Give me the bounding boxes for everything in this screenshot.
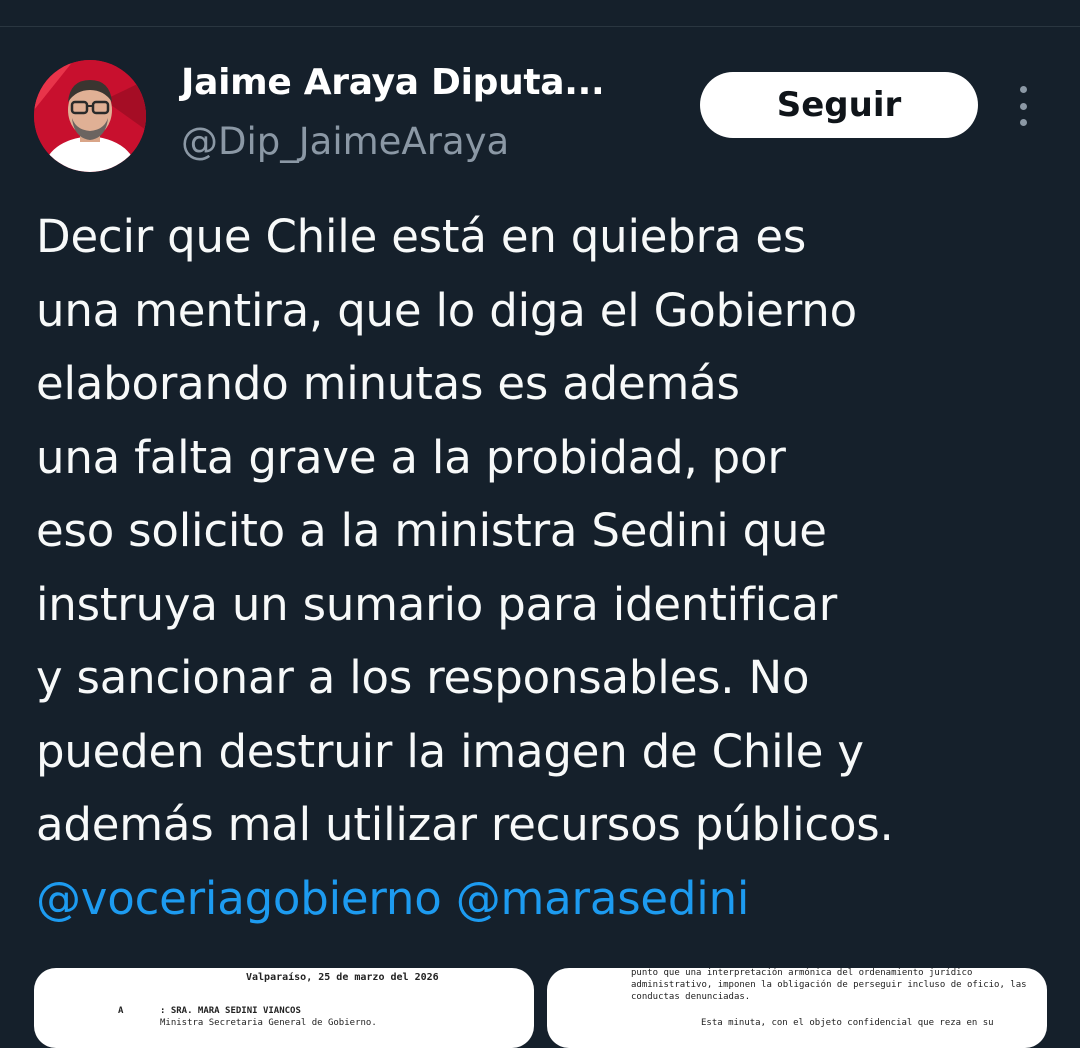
attachment-image-left[interactable]: Valparaíso, 25 de marzo del 2026 A : SRA… xyxy=(34,968,534,1048)
mention-link[interactable]: @voceriagobierno xyxy=(36,872,442,925)
top-divider xyxy=(0,26,1080,27)
more-dot xyxy=(1019,119,1027,126)
more-vertical-icon[interactable] xyxy=(1010,86,1036,126)
tweet-line: Decir que Chile está en quiebra es xyxy=(36,210,807,263)
tweet-line: además mal utilizar recursos públicos. xyxy=(36,798,894,851)
doc-line: administrativo, imponen la obligación de… xyxy=(631,980,1027,990)
author-display-name[interactable]: Jaime Araya Diputa... xyxy=(181,62,605,103)
doc-to-label: A xyxy=(118,1006,124,1016)
tweet-line: una falta grave a la probidad, por xyxy=(36,430,786,484)
profile-photo-icon xyxy=(34,60,146,172)
doc-date-line: Valparaíso, 25 de marzo del 2026 xyxy=(246,972,439,983)
mention-link[interactable]: @marasedini xyxy=(456,872,750,925)
tweet-line: elaborando minutas es además xyxy=(36,357,740,410)
tweet-line: instruya un sumario para identificar xyxy=(36,577,838,631)
tweet-line: y sancionar a los responsables. No xyxy=(36,651,810,704)
more-dot xyxy=(1019,102,1027,110)
follow-button[interactable]: Seguir xyxy=(700,72,978,138)
more-dot xyxy=(1019,86,1027,93)
doc-line: Esta minuta, con el objeto confidencial … xyxy=(701,1018,994,1028)
tweet-text: Decir que Chile está en quiebra es una m… xyxy=(36,200,1056,935)
doc-line: punto que una interpretación armónica de… xyxy=(631,968,973,978)
author-handle[interactable]: @Dip_JaimeAraya xyxy=(181,120,509,163)
tweet-line: una mentira, que lo diga el Gobierno xyxy=(36,283,857,337)
tweet-line: pueden destruir la imagen de Chile y xyxy=(36,724,864,778)
tweet-line: eso solicito a la ministra Sedini que xyxy=(36,504,827,557)
avatar[interactable] xyxy=(34,60,146,172)
attachment-image-right[interactable]: punto que una interpretación armónica de… xyxy=(547,968,1047,1048)
mentions-line: @voceriagobierno @marasedini xyxy=(36,862,1056,936)
doc-to-name: : SRA. MARA SEDINI VIANCOS xyxy=(160,1006,301,1016)
doc-line: conductas denunciadas. xyxy=(631,992,751,1002)
doc-to-title: Ministra Secretaria General de Gobierno. xyxy=(160,1018,377,1028)
